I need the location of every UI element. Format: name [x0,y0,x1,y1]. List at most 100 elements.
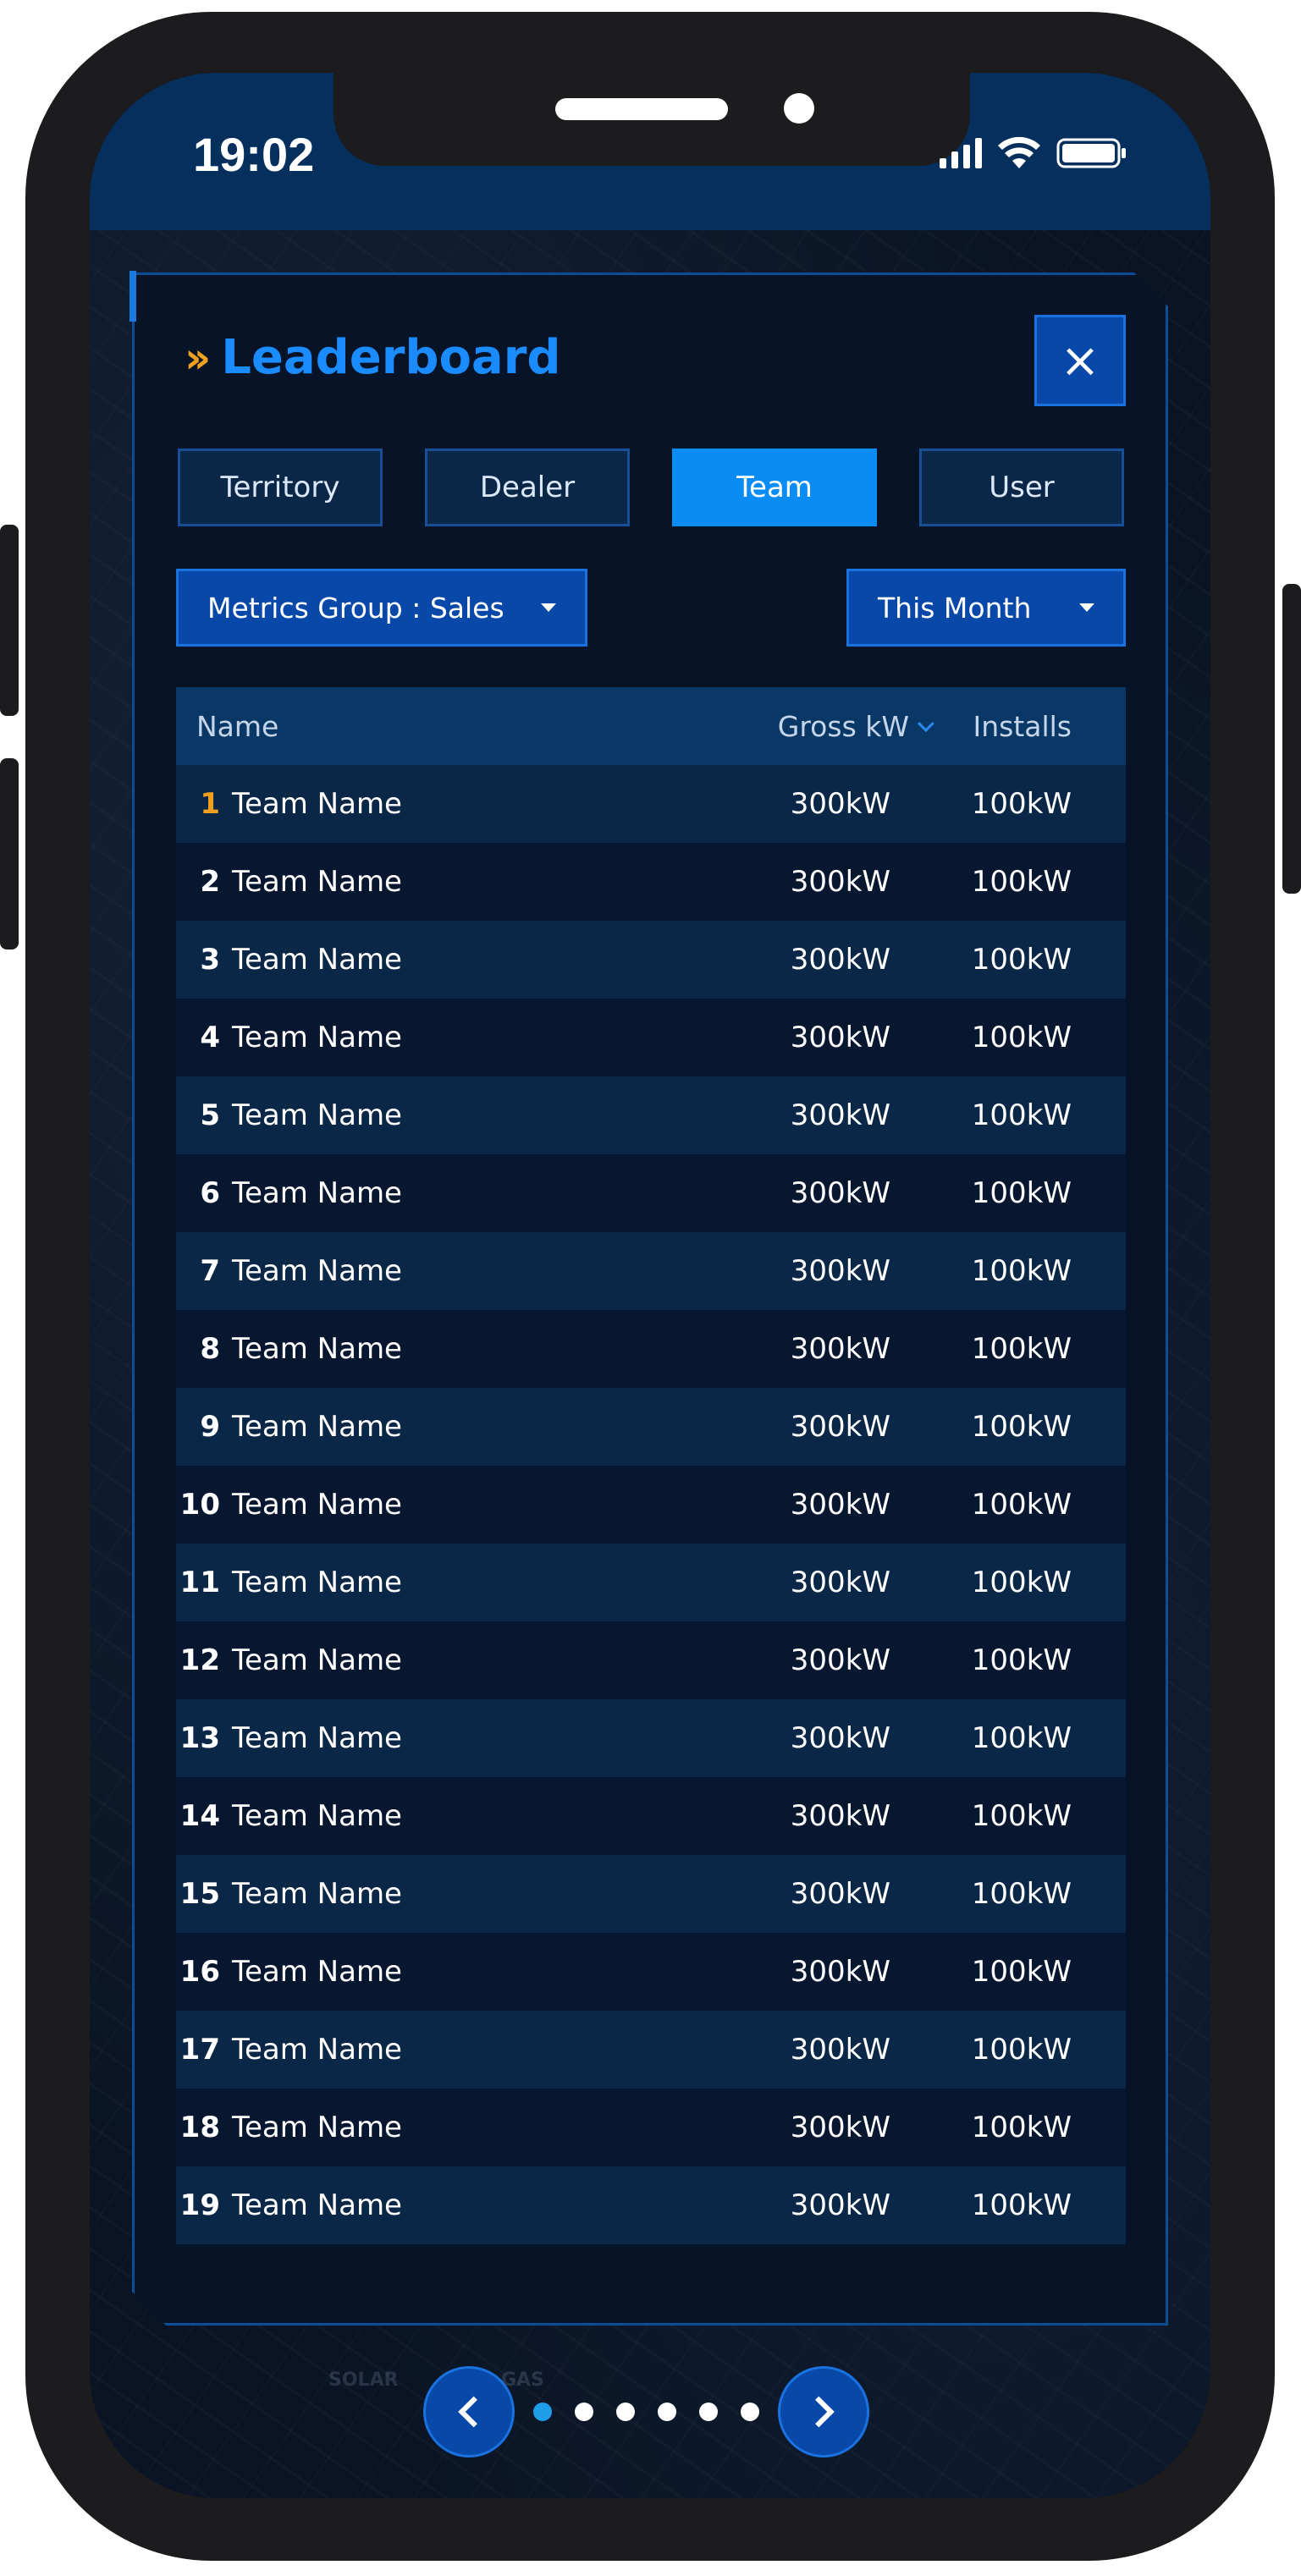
row-team-name: Team Name [232,2188,402,2222]
row-rank: 4 [200,1021,220,1054]
row-installs: 100kW [971,1643,1072,1677]
table-row[interactable]: 14 Team Name 300kW 100kW [176,1777,1126,1855]
header-name[interactable]: Name [176,710,750,743]
notch [334,73,970,166]
metrics-group-value: Metrics Group : Sales [207,591,504,625]
row-name-cell: 7 Team Name [176,1254,750,1288]
page-dot[interactable] [741,2403,759,2421]
page-dot[interactable] [616,2403,635,2421]
row-name-cell: 18 Team Name [176,2111,750,2144]
row-installs: 100kW [971,1332,1072,1366]
row-installs: 100kW [971,1877,1072,1911]
table-row[interactable]: 12 Team Name 300kW 100kW [176,1621,1126,1699]
metrics-group-dropdown[interactable]: Metrics Group : Sales [176,569,587,647]
page-dot[interactable] [575,2403,593,2421]
table-row[interactable]: 17 Team Name 300kW 100kW [176,2011,1126,2089]
row-installs: 100kW [971,1410,1072,1444]
row-gross-kw: 300kW [790,2188,890,2222]
row-installs: 100kW [971,2111,1072,2144]
row-name-cell: 15 Team Name [176,1877,750,1911]
row-name-cell: 16 Team Name [176,1955,750,1989]
row-name-cell: 17 Team Name [176,2033,750,2067]
tab-team[interactable]: Team [672,449,877,526]
table-row[interactable]: 3 Team Name 300kW 100kW [176,921,1126,999]
page-dot[interactable] [699,2403,718,2421]
row-gross-kw: 300kW [790,865,890,899]
table-row[interactable]: 10 Team Name 300kW 100kW [176,1466,1126,1544]
row-name-cell: 4 Team Name [176,1021,750,1054]
period-dropdown[interactable]: This Month [846,569,1126,647]
caret-down-icon [1079,603,1094,612]
row-team-name: Team Name [232,865,402,899]
row-name-cell: 10 Team Name [176,1488,750,1522]
row-gross-kw: 300kW [790,1955,890,1989]
row-team-name: Team Name [232,1176,402,1210]
row-installs: 100kW [971,1176,1072,1210]
row-team-name: Team Name [232,1098,402,1132]
row-rank: 6 [200,1176,220,1210]
row-installs: 100kW [971,865,1072,899]
page-dot[interactable] [658,2403,676,2421]
table-row[interactable]: 7 Team Name 300kW 100kW [176,1232,1126,1310]
tab-territory[interactable]: Territory [178,449,383,526]
cellular-signal-icon [940,138,982,168]
row-rank: 9 [200,1410,220,1444]
table-row[interactable]: 9 Team Name 300kW 100kW [176,1388,1126,1466]
row-installs: 100kW [971,1566,1072,1599]
panel-title: Leaderboard [221,330,561,385]
table-row[interactable]: 4 Team Name 300kW 100kW [176,999,1126,1076]
row-installs: 100kW [971,1254,1072,1288]
table-row[interactable]: 11 Team Name 300kW 100kW [176,1544,1126,1621]
header-installs[interactable]: Installs [940,710,1126,743]
table-header: Name Gross kW Installs [176,687,1126,765]
row-installs: 100kW [971,1799,1072,1833]
row-name-cell: 6 Team Name [176,1176,750,1210]
page-dot[interactable] [533,2403,552,2421]
table-row[interactable]: 2 Team Name 300kW 100kW [176,843,1126,921]
table-row[interactable]: 19 Team Name 300kW 100kW [176,2166,1126,2244]
speaker-grille [555,98,728,120]
row-name-cell: 19 Team Name [176,2188,750,2222]
table-row[interactable]: 16 Team Name 300kW 100kW [176,1933,1126,2011]
row-rank: 5 [200,1098,220,1132]
table-row[interactable]: 5 Team Name 300kW 100kW [176,1076,1126,1154]
row-name-cell: 13 Team Name [176,1721,750,1755]
row-installs: 100kW [971,1955,1072,1989]
volume-down-button [0,758,19,949]
sort-chevron-icon [917,715,934,733]
row-installs: 100kW [971,2033,1072,2067]
caret-down-icon [541,603,556,612]
row-gross-kw: 300kW [790,1799,890,1833]
table-row[interactable]: 15 Team Name 300kW 100kW [176,1855,1126,1933]
row-rank: 13 [179,1721,220,1755]
row-gross-kw: 300kW [790,1098,890,1132]
previous-button[interactable] [423,2366,515,2458]
next-button[interactable] [778,2366,869,2458]
table-row[interactable]: 1 Team Name 300kW 100kW [176,765,1126,843]
close-button[interactable]: × [1034,315,1126,406]
row-team-name: Team Name [232,2033,402,2067]
row-gross-kw: 300kW [790,2033,890,2067]
row-gross-kw: 300kW [790,1176,890,1210]
row-name-cell: 8 Team Name [176,1332,750,1366]
row-installs: 100kW [971,1721,1072,1755]
row-gross-kw: 300kW [790,787,890,821]
table-row[interactable]: 18 Team Name 300kW 100kW [176,2089,1126,2166]
row-name-cell: 11 Team Name [176,1566,750,1599]
tab-dealer[interactable]: Dealer [425,449,630,526]
header-gross-kw[interactable]: Gross kW [750,710,940,743]
row-name-cell: 9 Team Name [176,1410,750,1444]
row-installs: 100kW [971,787,1072,821]
row-rank: 16 [179,1955,220,1989]
status-time: 19:02 [193,128,315,181]
tab-user[interactable]: User [919,449,1124,526]
table-row[interactable]: 6 Team Name 300kW 100kW [176,1154,1126,1232]
period-value: This Month [878,591,1032,625]
row-gross-kw: 300kW [790,1332,890,1366]
row-rank: 12 [179,1643,220,1677]
row-rank: 11 [179,1566,220,1599]
row-team-name: Team Name [232,1799,402,1833]
table-row[interactable]: 13 Team Name 300kW 100kW [176,1699,1126,1777]
table-row[interactable]: 8 Team Name 300kW 100kW [176,1310,1126,1388]
row-team-name: Team Name [232,787,402,821]
